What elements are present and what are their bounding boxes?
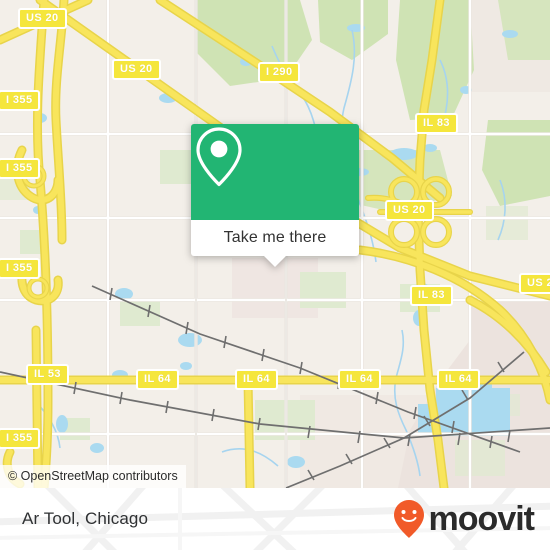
road-shield: US 20 bbox=[519, 273, 550, 294]
take-me-there-button[interactable]: Take me there bbox=[191, 220, 359, 267]
road-shield: IL 83 bbox=[415, 113, 458, 134]
map-canvas[interactable]: .land{fill:#f3efe9} .forest{fill:#cfe3b4… bbox=[0, 0, 550, 488]
road-shield: I 290 bbox=[258, 62, 301, 83]
moovit-logo[interactable]: moovit bbox=[393, 499, 535, 539]
road-shield: IL 64 bbox=[338, 369, 381, 390]
road-shield: IL 64 bbox=[235, 369, 278, 390]
moovit-wordmark: moovit bbox=[428, 500, 535, 538]
road-shield: IL 64 bbox=[136, 369, 179, 390]
road-shield: IL 64 bbox=[437, 369, 480, 390]
card-header bbox=[191, 124, 359, 220]
road-shield: IL 53 bbox=[26, 364, 69, 385]
road-shield: I 355 bbox=[0, 90, 41, 111]
place-title: Ar Tool, Chicago bbox=[22, 509, 149, 528]
footer-bar: Ar Tool, Chicago moovit bbox=[0, 488, 550, 550]
map-attribution[interactable]: © OpenStreetMap contributors bbox=[0, 465, 186, 488]
road-shield: IL 83 bbox=[410, 285, 453, 306]
road-shield: I 355 bbox=[0, 258, 41, 279]
road-shield: US 20 bbox=[18, 8, 67, 29]
road-shield: US 20 bbox=[112, 59, 161, 80]
callout-tail bbox=[264, 256, 286, 267]
map-pin-icon bbox=[196, 127, 242, 187]
moovit-pin-icon bbox=[393, 500, 424, 538]
place-callout-card[interactable]: Take me there bbox=[191, 124, 359, 267]
road-shield: I 355 bbox=[0, 428, 41, 449]
road-shield: I 355 bbox=[0, 158, 41, 179]
take-me-there-label: Take me there bbox=[223, 229, 327, 246]
road-shield: US 20 bbox=[385, 200, 434, 221]
moovit-place-screenshot: .land{fill:#f3efe9} .forest{fill:#cfe3b4… bbox=[0, 0, 550, 550]
